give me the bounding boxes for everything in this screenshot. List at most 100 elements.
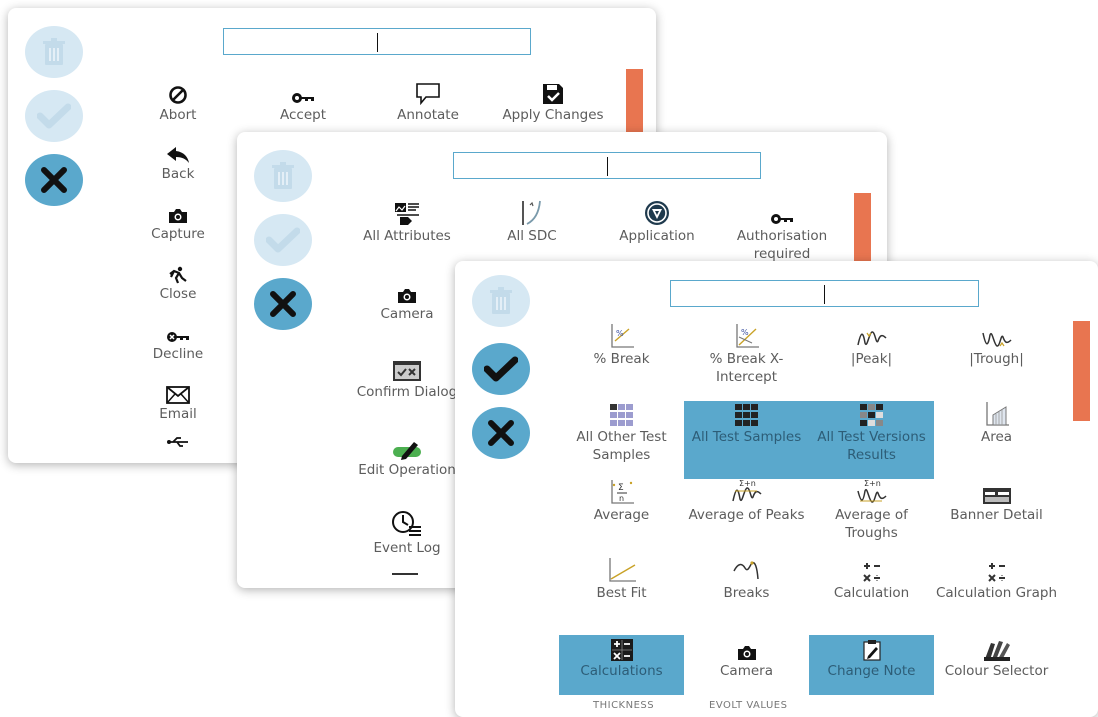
command-item[interactable]: Decline: [123, 318, 233, 363]
cancel-button[interactable]: [254, 278, 312, 330]
command-label: All Attributes: [363, 228, 451, 244]
command-label: Back: [161, 166, 195, 182]
command-label: All Test Versions Results: [817, 429, 926, 463]
search-field[interactable]: [223, 28, 534, 56]
command-label: Event Log: [373, 540, 441, 556]
command-item[interactable]: Area: [934, 401, 1059, 479]
percent-break-x-intercept-icon: %: [734, 323, 760, 349]
command-item[interactable]: Email: [123, 378, 233, 423]
percent-break-icon: %: [609, 323, 635, 349]
command-item[interactable]: [123, 436, 233, 463]
attributes-icon: [394, 200, 420, 226]
apply-changes-icon: [542, 79, 564, 105]
search-input[interactable]: [671, 281, 982, 308]
command-label: Colour Selector: [944, 663, 1049, 679]
command-item[interactable]: Close: [123, 258, 233, 303]
key-icon: [770, 200, 794, 226]
confirm-button[interactable]: [254, 214, 312, 266]
confirm-button[interactable]: [472, 343, 530, 395]
command-item[interactable]: Σn Average: [559, 479, 684, 557]
command-label: Capture: [151, 226, 205, 242]
email-icon: [166, 378, 190, 404]
command-label: Average: [593, 507, 650, 523]
command-item[interactable]: Annotate: [373, 79, 483, 124]
confirm-button[interactable]: [25, 90, 83, 142]
cancel-button[interactable]: [25, 154, 83, 206]
colour-selector-icon: [983, 635, 1011, 661]
command-item[interactable]: All Attributes: [352, 200, 462, 245]
search-input[interactable]: [224, 29, 534, 56]
scrollbar[interactable]: [1073, 321, 1090, 421]
search-input[interactable]: [454, 153, 764, 180]
command-item-selected[interactable]: All Test Versions Results: [809, 401, 934, 479]
command-item[interactable]: |Peak|: [809, 323, 934, 401]
command-item[interactable]: Σ+n Average of Peaks: [684, 479, 809, 557]
camera-icon: [737, 635, 757, 661]
command-item[interactable]: Calculation Graph: [934, 557, 1059, 635]
command-item[interactable]: Camera: [684, 635, 809, 695]
command-item[interactable]: Application: [602, 200, 712, 245]
command-label: Apply Changes: [502, 107, 604, 123]
command-item[interactable]: Apply Changes: [493, 79, 613, 124]
command-item[interactable]: Calculation: [809, 557, 934, 635]
delete-button[interactable]: [254, 150, 312, 202]
command-label: Calculation: [833, 585, 910, 601]
command-label: Accept: [279, 107, 326, 123]
usb-icon: [167, 436, 189, 462]
command-item[interactable]: % % Break: [559, 323, 684, 401]
command-item[interactable]: Camera: [352, 278, 462, 323]
close-run-icon: [168, 258, 188, 284]
command-item[interactable]: Best Fit: [559, 557, 684, 635]
calculations-icon: [610, 635, 633, 661]
command-item[interactable]: Authorisation required: [722, 200, 842, 263]
delete-button[interactable]: [25, 26, 83, 78]
grid-light-icon: [609, 401, 635, 427]
banner-detail-icon: [982, 479, 1012, 505]
grid-dark-icon: [734, 401, 760, 427]
command-label: Annotate: [397, 107, 459, 123]
command-label: Best Fit: [596, 585, 647, 601]
average-troughs-icon: Σ+n: [856, 479, 887, 505]
command-item[interactable]: Confirm Dialog: [352, 356, 462, 401]
command-item[interactable]: Capture: [123, 198, 233, 243]
command-label: % Break X-Intercept: [709, 351, 784, 385]
trash-icon: [490, 287, 512, 314]
partial-label: THICKNESS: [593, 700, 655, 711]
command-item-selected[interactable]: Change Note: [809, 635, 934, 695]
search-field[interactable]: [453, 152, 764, 180]
command-item[interactable]: % % Break X-Intercept: [684, 323, 809, 401]
command-label: All SDC: [507, 228, 557, 244]
command-item[interactable]: Breaks: [684, 557, 809, 635]
command-item[interactable]: Abort: [123, 79, 233, 124]
command-item[interactable]: Colour Selector: [934, 635, 1059, 695]
search-field[interactable]: [670, 280, 982, 308]
command-label: Edit Operation: [358, 462, 456, 478]
command-item[interactable]: All SDC: [477, 200, 587, 245]
change-note-icon: [862, 635, 882, 661]
camera-icon: [397, 278, 417, 304]
command-item-selected[interactable]: All Test Samples: [684, 401, 809, 479]
command-item[interactable]: |Trough|: [934, 323, 1059, 401]
event-log-icon: [392, 511, 422, 538]
cancel-button[interactable]: [472, 407, 530, 459]
command-label: Confirm Dialog: [356, 384, 458, 400]
peak-icon: [856, 323, 887, 349]
delete-button[interactable]: [472, 275, 530, 327]
trash-icon: [43, 38, 65, 65]
command-item[interactable]: Accept: [248, 79, 358, 124]
svg-text:Σ: Σ: [618, 483, 624, 493]
trash-icon: [272, 162, 294, 189]
average-peaks-icon: Σ+n: [731, 479, 762, 505]
command-item[interactable]: Event Log: [352, 511, 462, 557]
breaks-icon: [732, 557, 762, 583]
checkmark-icon: [37, 103, 71, 129]
command-item[interactable]: Σ+n Average of Troughs: [809, 479, 934, 557]
command-item-selected[interactable]: Calculations: [559, 635, 684, 695]
command-item[interactable]: All Other Test Samples: [559, 401, 684, 479]
command-item[interactable]: Banner Detail: [934, 479, 1059, 557]
command-item[interactable]: Back: [123, 138, 233, 183]
command-item[interactable]: Edit Operation: [352, 434, 462, 479]
abort-icon: [168, 79, 188, 105]
text-cursor: [607, 157, 608, 176]
close-icon: [270, 291, 296, 317]
